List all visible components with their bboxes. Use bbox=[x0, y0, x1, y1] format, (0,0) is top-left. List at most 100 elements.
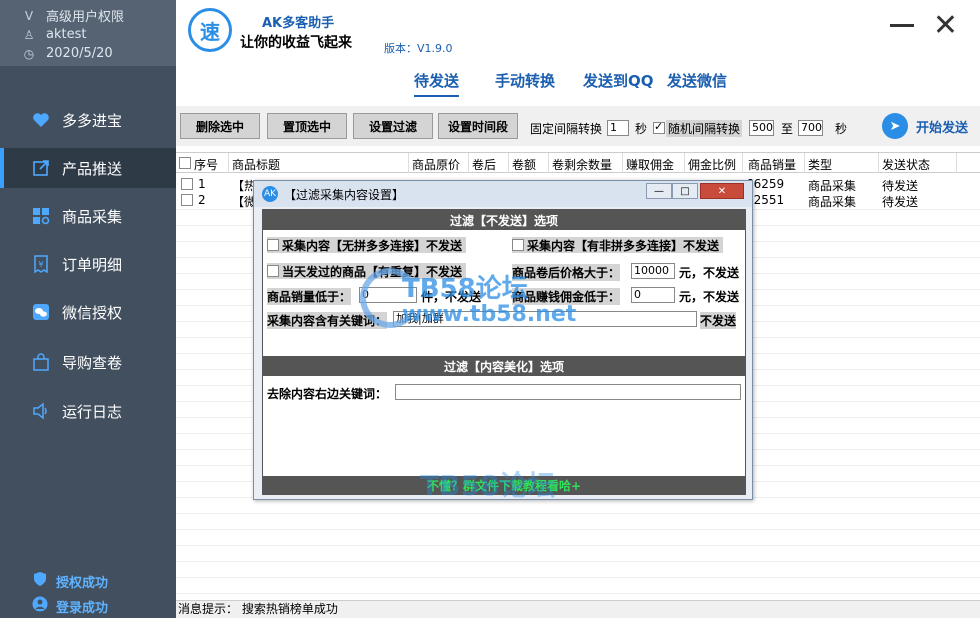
opt-duplicate[interactable]: 当天发过的商品【有重复】不发送 bbox=[267, 263, 467, 279]
opt-non-pdd-link[interactable]: 采集内容【有非拼多多连接】不发送 bbox=[512, 237, 724, 253]
tab-bar: 待发送 手动转换 发送到QQ 发送微信 bbox=[176, 66, 980, 98]
checkbox[interactable] bbox=[267, 265, 279, 277]
checkbox[interactable] bbox=[512, 239, 524, 251]
sidebar-item-orders[interactable]: ¥ 订单明细 bbox=[0, 244, 176, 284]
sidebar-item-label: 多多进宝 bbox=[62, 111, 123, 130]
sales-input[interactable]: 0 bbox=[359, 287, 417, 303]
price-unit: 元，不发送 bbox=[679, 266, 740, 280]
svg-text:¥: ¥ bbox=[38, 260, 43, 269]
keyword-unit: 不发送 bbox=[700, 312, 737, 329]
app-logo-icon: AK bbox=[262, 186, 278, 202]
col-remaining: 卷剩余数量 bbox=[552, 158, 613, 172]
col-ratio: 佣金比例 bbox=[688, 158, 737, 172]
commission-input[interactable]: 0 bbox=[631, 287, 675, 303]
row-status: 待发送 bbox=[882, 195, 919, 209]
sidebar-item-label: 商品采集 bbox=[62, 207, 123, 226]
row-no: 1 bbox=[198, 177, 206, 191]
user-info: V 高级用户权限 ♙ aktest ◷ 2020/5/20 bbox=[0, 0, 176, 66]
tab-send-wechat[interactable]: 发送微信 bbox=[667, 70, 727, 91]
random-interval-label: 随机间隔转换 bbox=[666, 120, 743, 137]
col-coupon: 卷额 bbox=[512, 158, 537, 172]
send-icon: ➤ bbox=[881, 113, 908, 139]
app-logo: 速 bbox=[188, 8, 232, 52]
sales-label: 商品销量低于： bbox=[267, 288, 352, 305]
keyword-input[interactable]: 加我|加群 bbox=[393, 311, 697, 327]
col-commission: 赚取佣金 bbox=[626, 158, 675, 172]
sec-label: 秒 bbox=[635, 122, 648, 136]
start-send-button[interactable]: ➤ 开始发送 bbox=[881, 113, 968, 139]
share-icon bbox=[32, 159, 50, 177]
sidebar-item-label: 导购查卷 bbox=[62, 353, 123, 372]
close-button[interactable]: ✕ bbox=[933, 11, 958, 41]
sec-label: 秒 bbox=[835, 122, 848, 136]
strip-label: 去除内容右边关键词： bbox=[267, 387, 388, 401]
fixed-interval-input[interactable]: 1 bbox=[607, 120, 629, 136]
login-status: 登录成功 bbox=[32, 596, 108, 616]
toolbar: 删除选中 置顶选中 设置过滤 设置时间段 固定间隔转换 1 秒 随机间隔转换 5… bbox=[176, 106, 980, 146]
strip-input[interactable] bbox=[395, 384, 741, 400]
tab-manual-convert[interactable]: 手动转换 bbox=[495, 70, 555, 91]
speaker-icon bbox=[32, 402, 50, 420]
dialog-footer-help[interactable]: 不懂？群文件下载教程看哈+ bbox=[263, 476, 745, 494]
col-after: 卷后 bbox=[472, 158, 497, 172]
set-filter-button[interactable]: 设置过滤 bbox=[353, 113, 433, 139]
sidebar-item-label: 微信授权 bbox=[62, 303, 123, 322]
commission-label: 商品赚钱佣金低于： bbox=[512, 288, 621, 305]
dialog-close-button[interactable]: ✕ bbox=[700, 183, 744, 199]
section-header-no-send: 过滤【不发送】选项 bbox=[263, 210, 745, 230]
sales-unit: 件，不发送 bbox=[421, 290, 482, 304]
random-max-input[interactable]: 700 bbox=[798, 120, 823, 136]
col-sales: 商品销量 bbox=[748, 158, 797, 172]
pin-selected-button[interactable]: 置顶选中 bbox=[267, 113, 347, 139]
date: 2020/5/20 bbox=[46, 46, 113, 61]
tab-pending[interactable]: 待发送 bbox=[414, 70, 460, 97]
col-status: 发送状态 bbox=[882, 158, 931, 172]
sidebar-item-label: 产品推送 bbox=[62, 159, 123, 178]
keyword-label: 采集内容含有关键词： bbox=[267, 312, 388, 329]
delete-selected-button[interactable]: 删除选中 bbox=[180, 113, 260, 139]
checkbox[interactable] bbox=[267, 239, 279, 251]
random-min-input[interactable]: 500 bbox=[749, 120, 774, 136]
shield-icon bbox=[32, 571, 48, 591]
price-input[interactable]: 10000 bbox=[631, 263, 675, 279]
dialog-minimize-button[interactable]: — bbox=[646, 183, 672, 199]
header: 速 AK多客助手 让你的收益飞起来 版本：V1.9.0 ✕ bbox=[176, 0, 980, 66]
table-header: 序号 商品标题 商品原价 卷后 卷额 卷剩余数量 赚取佣金 佣金比例 商品销量 … bbox=[176, 153, 980, 173]
app-version: 版本：V1.9.0 bbox=[384, 42, 453, 55]
row-checkbox[interactable] bbox=[181, 178, 193, 190]
receipt-icon: ¥ bbox=[32, 255, 50, 273]
sidebar-item-collect[interactable]: 商品采集 bbox=[0, 196, 176, 236]
user-icon: ♙ bbox=[23, 27, 35, 42]
random-interval-checkbox[interactable] bbox=[653, 120, 665, 134]
sidebar-item-label: 订单明细 bbox=[62, 255, 123, 274]
dialog-title: 【过滤采集内容设置】 bbox=[284, 187, 405, 202]
row-no: 2 bbox=[198, 193, 206, 207]
set-time-button[interactable]: 设置时间段 bbox=[438, 113, 518, 139]
col-type: 类型 bbox=[808, 158, 833, 172]
sidebar-item-wechat[interactable]: 微信授权 bbox=[0, 292, 176, 332]
username: aktest bbox=[46, 27, 87, 42]
minimize-button[interactable] bbox=[888, 10, 916, 38]
commission-unit: 元，不发送 bbox=[679, 290, 740, 304]
row-type: 商品采集 bbox=[808, 195, 857, 209]
sidebar-item-label: 运行日志 bbox=[62, 402, 123, 421]
dialog-maximize-button[interactable]: □ bbox=[672, 183, 698, 199]
section-header-beautify: 过滤【内容美化】选项 bbox=[263, 356, 745, 376]
sidebar-item-log[interactable]: 运行日志 bbox=[0, 391, 176, 431]
opt-no-pdd-link[interactable]: 采集内容【无拼多多连接】不发送 bbox=[267, 237, 467, 253]
vip-icon: V bbox=[24, 8, 34, 23]
sidebar-item-push[interactable]: 产品推送 bbox=[0, 148, 176, 188]
app-window: V 高级用户权限 ♙ aktest ◷ 2020/5/20 多多进宝 产品推送 商品采… bbox=[0, 0, 980, 618]
wechat-icon bbox=[32, 303, 50, 321]
sidebar-item-guide[interactable]: 导购查卷 bbox=[0, 342, 176, 382]
user-level: 高级用户权限 bbox=[46, 10, 125, 25]
bag-icon bbox=[32, 353, 50, 371]
select-all-checkbox[interactable] bbox=[179, 157, 191, 169]
sidebar-item-duoduo[interactable]: 多多进宝 bbox=[0, 100, 176, 140]
col-no: 序号 bbox=[194, 158, 219, 172]
tab-send-qq[interactable]: 发送到QQ bbox=[583, 70, 654, 91]
status-bar: 消息提示： 搜索热销榜单成功 bbox=[176, 600, 980, 618]
row-checkbox[interactable] bbox=[181, 194, 193, 206]
price-label: 商品卷后价格大于： bbox=[512, 264, 621, 281]
auth-status: 授权成功 bbox=[32, 571, 108, 591]
